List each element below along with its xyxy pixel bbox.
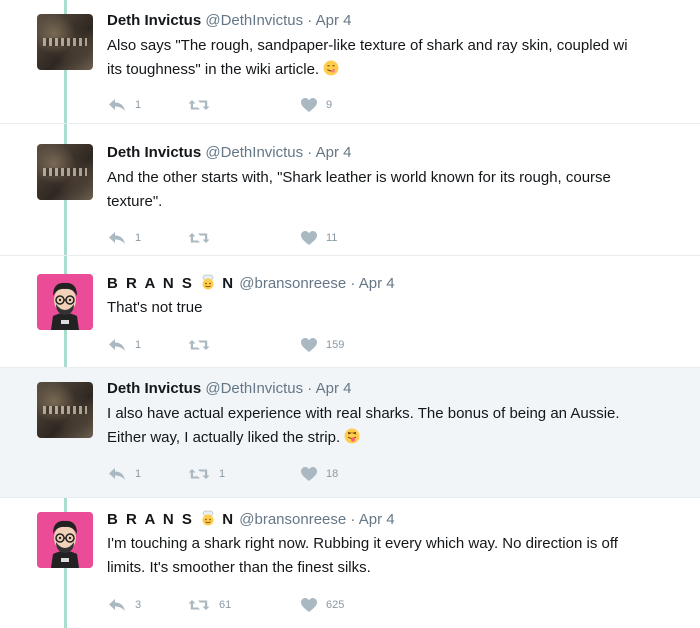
tweet-text: That's not true (107, 296, 700, 320)
tongue-wink-emoji (344, 428, 360, 444)
retweet-count: 1 (219, 468, 226, 480)
heart-icon (300, 230, 318, 246)
reply-button[interactable]: 3 (107, 597, 141, 613)
tweet-date[interactable]: Apr 4 (359, 511, 395, 528)
tweet-header: B R A N S N @bransonreese · Apr 4 (107, 274, 395, 292)
tweet-text: I'm touching a shark right now. Rubbing … (107, 532, 700, 580)
separator-dot: · (307, 12, 313, 29)
chef-face-emoji (202, 274, 214, 290)
reply-icon (107, 597, 127, 613)
tweet-date[interactable]: Apr 4 (316, 12, 352, 29)
avatar[interactable] (37, 274, 93, 330)
retweet-icon (187, 337, 211, 353)
retweet-icon (187, 230, 211, 246)
separator-dot: · (350, 511, 356, 528)
reply-button[interactable]: 1 (107, 230, 141, 246)
retweet-button[interactable] (187, 230, 219, 246)
display-name[interactable]: B R A N S N (107, 510, 235, 528)
tweet-header: B R A N S N @bransonreese · Apr 4 (107, 510, 395, 528)
tweet-text-line: That's not true (107, 299, 203, 316)
tweet-header: Deth Invictus @DethInvictus · Apr 4 (107, 144, 352, 161)
reply-count: 1 (135, 468, 142, 480)
like-button[interactable]: 625 (300, 597, 344, 613)
user-handle[interactable]: @DethInvictus (205, 144, 303, 161)
avatar[interactable] (37, 512, 93, 568)
retweet-icon (187, 97, 211, 113)
separator-dot: · (350, 275, 356, 292)
reply-count: 1 (135, 339, 142, 351)
avatar[interactable] (37, 14, 93, 70)
tweet-text: I also have actual experience with real … (107, 402, 700, 450)
savoring-face-emoji (323, 60, 339, 76)
display-name[interactable]: Deth Invictus (107, 12, 201, 29)
heart-icon (300, 97, 318, 113)
tweet-4[interactable]: Deth Invictus @DethInvictus · Apr 4 I al… (0, 368, 700, 498)
tweet-text-line: Either way, I actually liked the strip. (107, 426, 700, 450)
retweet-button[interactable] (187, 337, 219, 353)
like-count: 9 (326, 99, 333, 111)
tweet-text-line: I'm touching a shark right now. Rubbing … (107, 535, 618, 552)
reply-button[interactable]: 1 (107, 466, 141, 482)
cartoon-avatar-icon (37, 512, 93, 568)
reply-count: 3 (135, 599, 142, 611)
display-name[interactable]: B R A N S N (107, 274, 235, 292)
heart-icon (300, 597, 318, 613)
reply-icon (107, 466, 127, 482)
retweet-button[interactable]: 1 (187, 466, 225, 482)
reply-icon (107, 230, 127, 246)
tweet-date[interactable]: Apr 4 (316, 144, 352, 161)
display-name[interactable]: Deth Invictus (107, 380, 201, 397)
user-handle[interactable]: @DethInvictus (205, 12, 303, 29)
avatar[interactable] (37, 144, 93, 200)
tweet-text: Also says "The rough, sandpaper-like tex… (107, 34, 700, 82)
tweet-2[interactable]: Deth Invictus @DethInvictus · Apr 4 And … (0, 124, 700, 256)
heart-icon (300, 466, 318, 482)
like-button[interactable]: 11 (300, 230, 337, 246)
tweet-text-line: its toughness" in the wiki article. (107, 58, 700, 82)
tweet-date[interactable]: Apr 4 (359, 275, 395, 292)
like-count: 159 (326, 339, 345, 351)
like-count: 625 (326, 599, 345, 611)
user-handle[interactable]: @bransonreese (239, 511, 346, 528)
reply-button[interactable]: 1 (107, 337, 141, 353)
user-handle[interactable]: @DethInvictus (205, 380, 303, 397)
tweet-header: Deth Invictus @DethInvictus · Apr 4 (107, 12, 352, 29)
like-count: 18 (326, 468, 339, 480)
separator-dot: · (307, 144, 313, 161)
avatar[interactable] (37, 382, 93, 438)
display-name[interactable]: Deth Invictus (107, 144, 201, 161)
cartoon-avatar-icon (37, 274, 93, 330)
tweet-5[interactable]: B R A N S N @bransonreese · Apr 4 I'm to… (0, 498, 700, 628)
tweet-text-line: limits. It's smoother than the finest si… (107, 559, 371, 576)
reply-count: 1 (135, 99, 142, 111)
tweet-text-line: I also have actual experience with real … (107, 405, 620, 422)
like-button[interactable]: 18 (300, 466, 338, 482)
tweet-3[interactable]: B R A N S N @bransonreese · Apr 4 That's… (0, 256, 700, 368)
reply-button[interactable]: 1 (107, 97, 141, 113)
retweet-icon (187, 466, 211, 482)
like-button[interactable]: 159 (300, 337, 344, 353)
tweet-1[interactable]: Deth Invictus @DethInvictus · Apr 4 Also… (0, 0, 700, 124)
tweet-text: And the other starts with, "Shark leathe… (107, 166, 700, 214)
retweet-button[interactable] (187, 97, 219, 113)
heart-icon (300, 337, 318, 353)
tweet-text-line: And the other starts with, "Shark leathe… (107, 169, 611, 186)
like-count: 11 (326, 232, 338, 244)
reply-icon (107, 337, 127, 353)
tweet-date[interactable]: Apr 4 (316, 380, 352, 397)
like-button[interactable]: 9 (300, 97, 332, 113)
tweet-text-line: texture". (107, 193, 163, 210)
user-handle[interactable]: @bransonreese (239, 275, 346, 292)
retweet-count: 61 (219, 599, 232, 611)
retweet-button[interactable]: 61 (187, 597, 231, 613)
chef-face-emoji (202, 510, 214, 526)
tweet-text-line: Also says "The rough, sandpaper-like tex… (107, 37, 628, 54)
retweet-icon (187, 597, 211, 613)
reply-icon (107, 97, 127, 113)
tweet-header: Deth Invictus @DethInvictus · Apr 4 (107, 380, 352, 397)
reply-count: 1 (135, 232, 142, 244)
separator-dot: · (307, 380, 313, 397)
